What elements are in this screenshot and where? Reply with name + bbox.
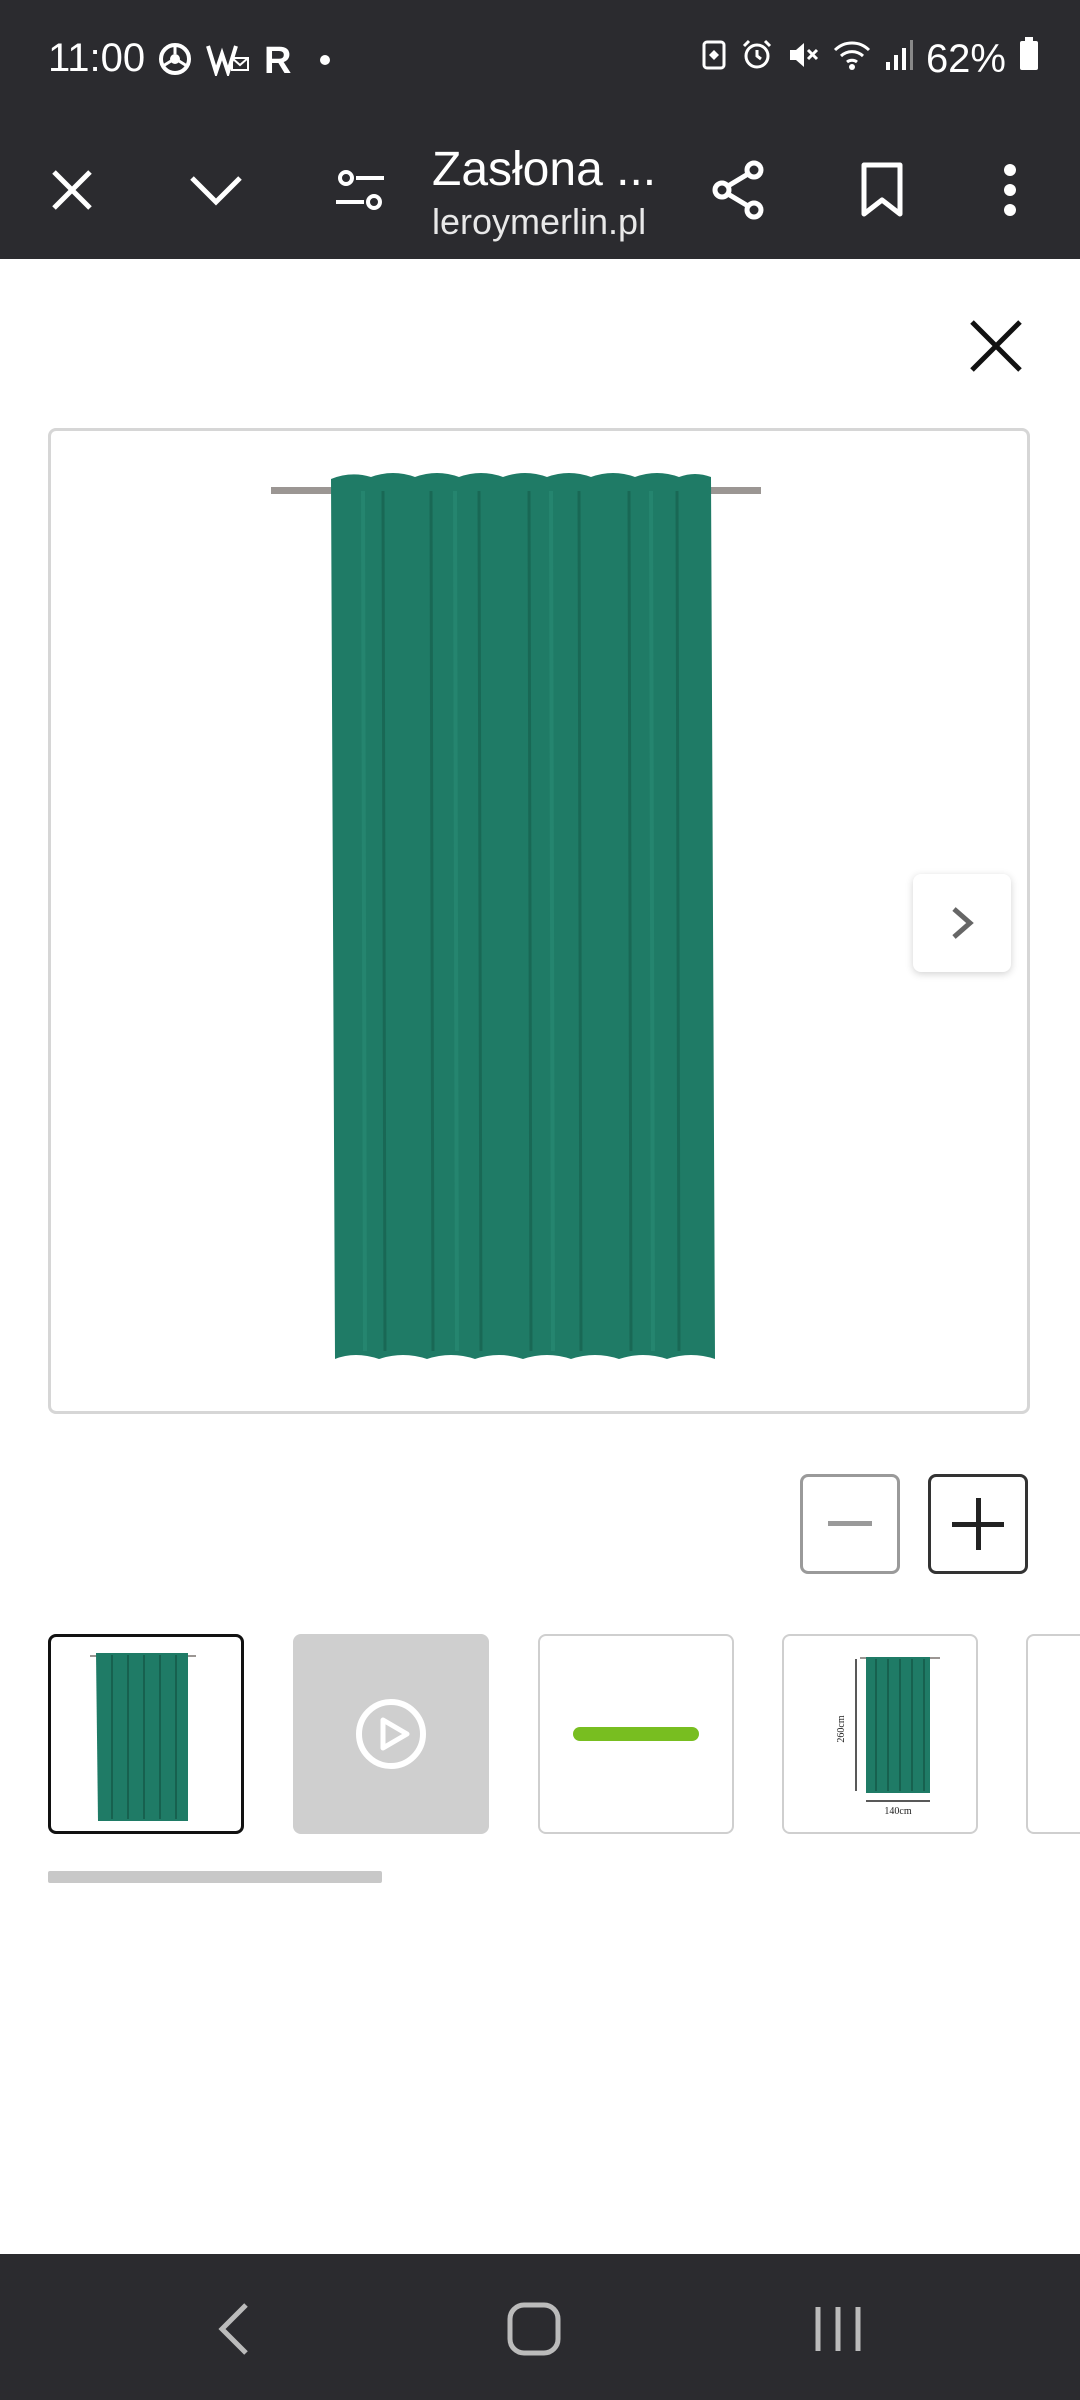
mail-icon — [206, 42, 250, 81]
recents-button[interactable] — [788, 2284, 888, 2374]
close-icon — [52, 170, 92, 210]
close-gallery-button[interactable] — [960, 310, 1032, 382]
page-url: leroymerlin.pl — [432, 201, 647, 242]
curtain-dimensions-thumbnail: 260cm 140cm — [836, 1657, 940, 1817]
back-icon — [218, 2303, 248, 2355]
more-vert-icon — [1004, 164, 1016, 216]
wifi-icon — [832, 37, 872, 82]
alarm-icon — [740, 37, 774, 82]
curtain-thumbnail — [90, 1653, 196, 1821]
chevron-right-icon — [952, 907, 974, 939]
plus-icon — [952, 1498, 1004, 1550]
mute-icon — [786, 37, 820, 82]
status-right-icons: 62% — [700, 36, 1040, 82]
page-title: Zasłona ... — [432, 143, 657, 196]
system-nav-bar — [0, 2254, 1080, 2400]
filter-icon — [336, 170, 384, 210]
share-icon — [712, 160, 764, 220]
back-button[interactable] — [184, 2284, 284, 2374]
status-bar: 11:00 R 62% — [0, 0, 1080, 122]
main-product-image[interactable] — [48, 428, 1030, 1414]
page-title-block[interactable]: Zasłona ... leroymerlin.pl — [432, 142, 682, 243]
share-button[interactable] — [696, 148, 780, 232]
chevron-down-icon — [190, 176, 242, 206]
minimize-button[interactable] — [174, 148, 258, 232]
zoom-out-button[interactable] — [800, 1474, 900, 1574]
thumbnail-4[interactable]: 260cm 140cm — [782, 1634, 978, 1834]
dimension-width-label: 140cm — [884, 1806, 911, 1817]
thumbnail-video[interactable] — [293, 1634, 489, 1834]
dot-icon — [319, 53, 331, 71]
page-settings-button[interactable] — [318, 148, 402, 232]
home-button[interactable] — [484, 2284, 584, 2374]
next-image-button[interactable] — [913, 874, 1011, 972]
r-icon: R — [264, 40, 292, 82]
recents-icon — [815, 2307, 861, 2351]
bookmark-icon — [861, 162, 903, 217]
thumbnail-3[interactable] — [538, 1634, 734, 1834]
thumbnail-1[interactable] — [48, 1634, 244, 1834]
battery-percent: 62% — [925, 36, 1006, 81]
dimension-height-label: 260cm — [836, 1715, 847, 1742]
battery-icon — [1018, 36, 1040, 82]
curtain-image — [271, 473, 761, 1359]
status-left-icons: R — [158, 40, 331, 83]
chrome-icon — [158, 42, 192, 81]
minus-icon — [828, 1521, 872, 1526]
close-icon — [970, 320, 1022, 372]
home-icon — [507, 2302, 561, 2356]
browser-toolbar: Zasłona ... leroymerlin.pl — [0, 122, 1080, 259]
status-time: 11:00 — [48, 36, 146, 80]
bookmark-button[interactable] — [840, 148, 924, 232]
battery-saver-icon — [700, 37, 728, 82]
green-bar-thumbnail — [573, 1727, 699, 1741]
more-options-button[interactable] — [968, 148, 1052, 232]
signal-icon — [884, 37, 914, 82]
close-tab-button[interactable] — [30, 148, 114, 232]
play-icon — [356, 1699, 426, 1769]
zoom-in-button[interactable] — [928, 1474, 1028, 1574]
thumbnail-scrollbar[interactable] — [48, 1871, 382, 1883]
thumbnail-5-partial[interactable] — [1026, 1634, 1080, 1834]
